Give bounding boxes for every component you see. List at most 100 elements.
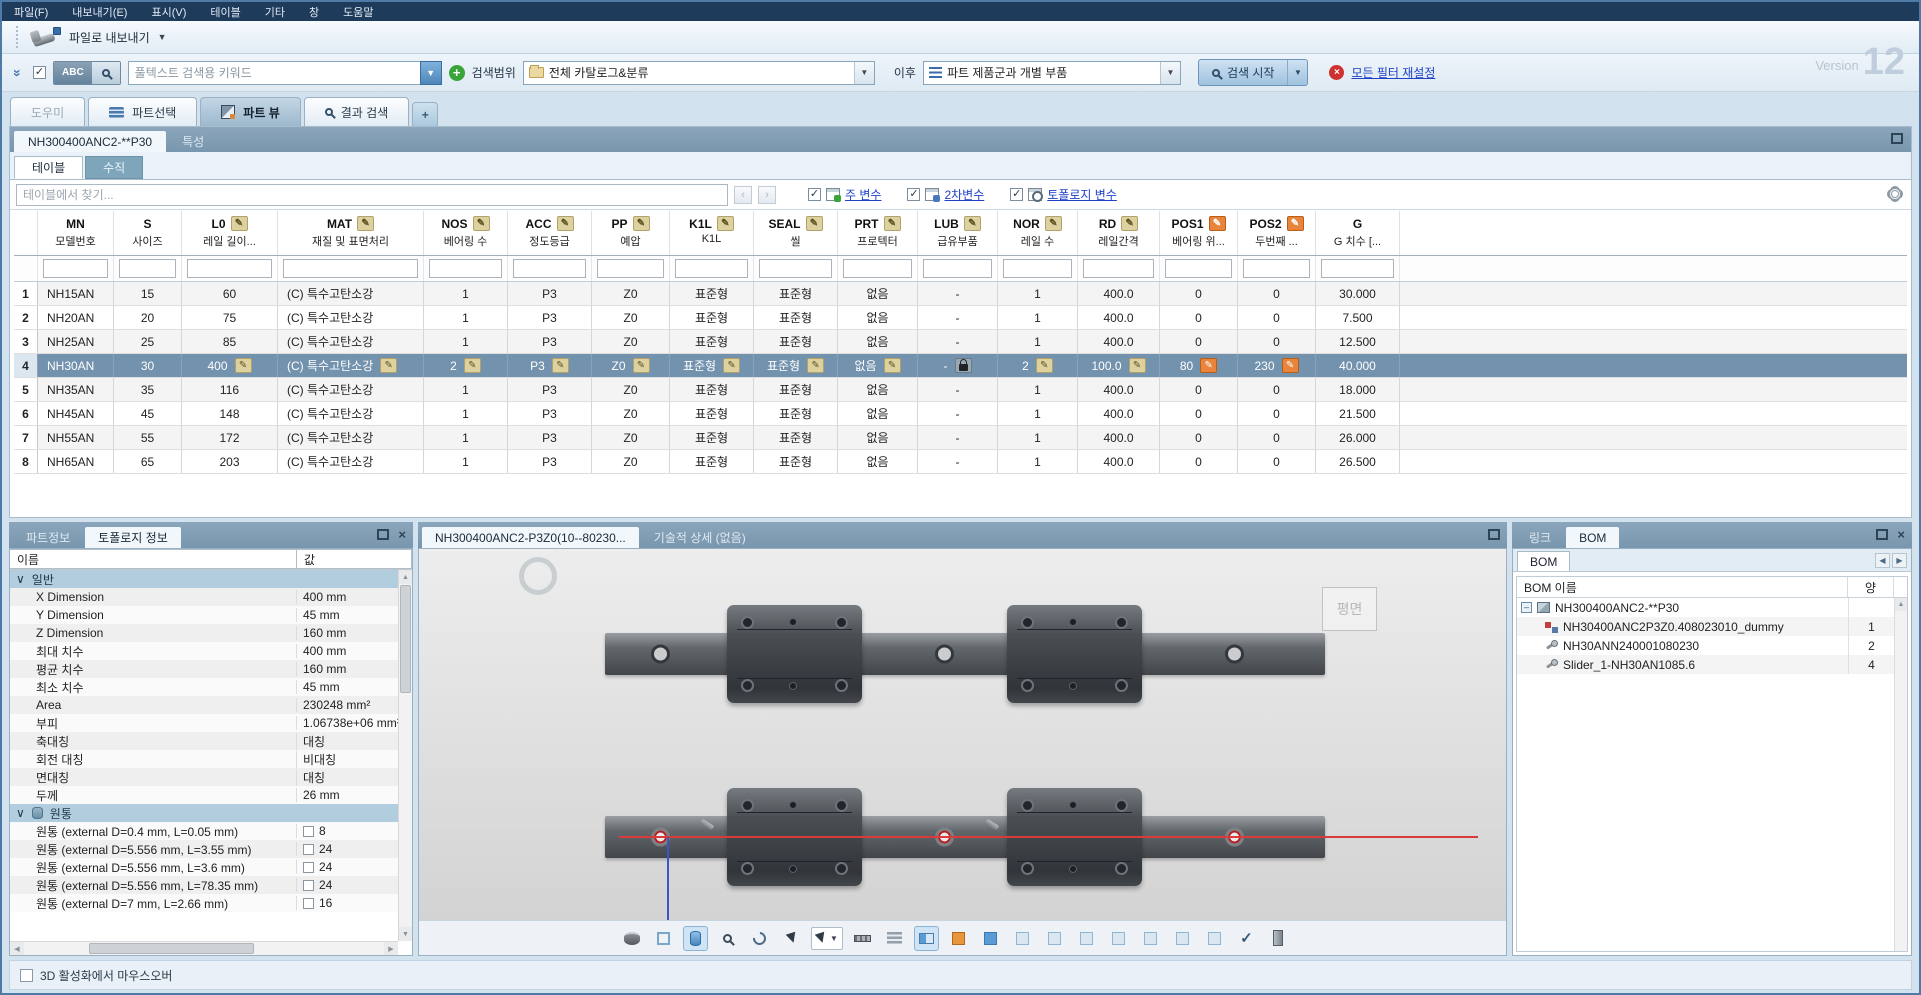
cell-MAT[interactable]: (C) 특수고탄소강 xyxy=(278,330,424,353)
table-row-NH25AN[interactable]: 3NH25AN2585(C) 특수고탄소강1P3Z0표준형표준형없음-1400.… xyxy=(14,330,1907,354)
cell-RD[interactable]: 400.0 xyxy=(1078,282,1160,305)
property-row[interactable]: 원통 (external D=5.556 mm, L=3.55 mm)24 xyxy=(10,840,398,858)
column-filter-input[interactable] xyxy=(187,259,272,278)
collapse-arrow-icon[interactable]: ∨ xyxy=(16,806,25,820)
pencil-edit-icon[interactable]: ✎ xyxy=(964,216,981,231)
column-filter-input[interactable] xyxy=(283,259,418,278)
column-filter-input[interactable] xyxy=(923,259,992,278)
variable-filter-주 변수[interactable]: ✓주 변수 xyxy=(808,186,881,203)
pencil-edit-icon[interactable]: ✎ xyxy=(464,358,481,373)
cell-ACC[interactable]: P3 xyxy=(508,402,592,425)
cell-SEAL[interactable]: 표준형 xyxy=(754,450,838,473)
cell-POS1[interactable]: 0 xyxy=(1160,282,1238,305)
cell-PRT[interactable]: 없음 xyxy=(838,306,918,329)
cell-POS2[interactable]: 0 xyxy=(1238,450,1316,473)
column-header-K1L[interactable]: K1L✎K1L xyxy=(670,211,754,255)
cell-PP[interactable]: Z0 xyxy=(592,306,670,329)
wireframe-cube-icon[interactable] xyxy=(651,926,676,951)
cell-MAT[interactable]: (C) 특수고탄소강 xyxy=(278,306,424,329)
pencil-edit-icon[interactable]: ✎ xyxy=(1209,216,1226,231)
bom-root-row[interactable]: –NH300400ANC2-**P30 xyxy=(1517,598,1907,617)
tab-결과 검색[interactable]: 결과 검색 xyxy=(304,97,410,126)
pencil-edit-icon[interactable]: ✎ xyxy=(633,216,650,231)
cell-POS1[interactable]: 0 xyxy=(1160,378,1238,401)
column-filter-input[interactable] xyxy=(843,259,912,278)
cell-SEAL[interactable]: 표준형 xyxy=(754,378,838,401)
view-cube-icon-3[interactable] xyxy=(1074,926,1099,951)
cell-PP[interactable]: Z0 xyxy=(592,282,670,305)
bom-name-header[interactable]: BOM 이름 xyxy=(1517,577,1848,597)
find-in-table-input[interactable] xyxy=(16,184,728,206)
solid-box-blue-icon[interactable] xyxy=(978,926,1003,951)
select-box-icon[interactable] xyxy=(779,926,804,951)
cell-G[interactable]: 40.000 xyxy=(1316,354,1400,377)
column-header-S[interactable]: S사이즈 xyxy=(114,211,182,255)
cell-NOR[interactable]: 1 xyxy=(998,426,1078,449)
cell-PP[interactable]: Z0 xyxy=(592,426,670,449)
layers-icon[interactable] xyxy=(882,926,907,951)
property-row[interactable]: 최소 치수45 mm xyxy=(10,678,398,696)
cell-NOR[interactable]: 1 xyxy=(998,402,1078,425)
pencil-edit-icon[interactable]: ✎ xyxy=(806,216,823,231)
pencil-edit-icon[interactable]: ✎ xyxy=(1045,216,1062,231)
maximize-icon[interactable] xyxy=(377,529,389,540)
cell-SEAL[interactable]: 표준형 xyxy=(754,426,838,449)
cell-PP[interactable]: Z0 xyxy=(592,450,670,473)
cell-MN[interactable]: NH20AN xyxy=(38,306,114,329)
pencil-edit-icon[interactable]: ✎ xyxy=(884,358,901,373)
cell-PRT[interactable]: 없음 xyxy=(838,402,918,425)
cell-MN[interactable]: NH30AN xyxy=(38,354,114,377)
cell-POS2[interactable]: 0 xyxy=(1238,282,1316,305)
property-row[interactable]: 부피1.06738e+06 mm³ xyxy=(10,714,398,732)
cell-L0[interactable]: 400✎ xyxy=(182,354,278,377)
result-type-select[interactable]: 파트 제품군과 개별 부품 ▼ xyxy=(923,61,1181,85)
cell-NOR[interactable]: 1 xyxy=(998,330,1078,353)
value-column-header[interactable]: 값 xyxy=(297,549,412,569)
fulltext-search-toggle[interactable] xyxy=(92,62,120,84)
maximize-icon[interactable] xyxy=(1488,529,1500,540)
find-next-button[interactable]: › xyxy=(758,186,776,204)
pencil-edit-icon[interactable]: ✎ xyxy=(723,358,740,373)
tab-도우미[interactable]: 도우미 xyxy=(10,97,85,126)
cell-ACC[interactable]: P3 xyxy=(508,426,592,449)
cell-POS1[interactable]: 0 xyxy=(1160,402,1238,425)
checkbox-checked-icon[interactable]: ✓ xyxy=(808,188,821,201)
view-cube-icon-7[interactable] xyxy=(1202,926,1227,951)
cell-G[interactable]: 26.500 xyxy=(1316,450,1400,473)
cell-RD[interactable]: 400.0 xyxy=(1078,450,1160,473)
table-row-NH35AN[interactable]: 5NH35AN35116(C) 특수고탄소강1P3Z0표준형표준형없음-1400… xyxy=(14,378,1907,402)
cell-RD[interactable]: 400.0 xyxy=(1078,330,1160,353)
measure-icon[interactable] xyxy=(850,926,875,951)
cell-G[interactable]: 30.000 xyxy=(1316,282,1400,305)
cell-L0[interactable]: 60 xyxy=(182,282,278,305)
property-row[interactable]: 원통 (external D=5.556 mm, L=78.35 mm)24 xyxy=(10,876,398,894)
tab-링크[interactable]: 링크 xyxy=(1516,527,1564,548)
cell-LUB[interactable]: - xyxy=(918,426,998,449)
viewer-tab[interactable]: NH300400ANC2-P3Z0(10--80230... xyxy=(422,527,639,548)
cell-RD[interactable]: 400.0 xyxy=(1078,378,1160,401)
cell-RD[interactable]: 100.0✎ xyxy=(1078,354,1160,377)
cell-POS1[interactable]: 0 xyxy=(1160,306,1238,329)
cell-MAT[interactable]: (C) 특수고탄소강 xyxy=(278,402,424,425)
pencil-edit-icon[interactable]: ✎ xyxy=(1287,216,1304,231)
cell-K1L[interactable]: 표준형 xyxy=(670,282,754,305)
cell-MAT[interactable]: (C) 특수고탄소강 xyxy=(278,426,424,449)
cell-SEAL[interactable]: 표준형 xyxy=(754,330,838,353)
cell-L0[interactable]: 116 xyxy=(182,378,278,401)
column-header-POS1[interactable]: POS1✎베어링 위... xyxy=(1160,211,1238,255)
cell-POS2[interactable]: 0 xyxy=(1238,306,1316,329)
column-filter-input[interactable] xyxy=(1243,259,1310,278)
cell-K1L[interactable]: 표준형 xyxy=(670,306,754,329)
bom-item-row[interactable]: NH30400ANC2P3Z0.408023010_dummy1 xyxy=(1517,617,1907,636)
property-group-일반[interactable]: ∨일반 xyxy=(10,570,398,588)
export-to-file-button[interactable]: 파일로 내보내기 ▼ xyxy=(31,27,167,47)
cell-S[interactable]: 35 xyxy=(114,378,182,401)
chevron-down-icon[interactable]: ▼ xyxy=(854,62,874,84)
column-filter-input[interactable] xyxy=(675,259,748,278)
toolbar-drag-handle[interactable] xyxy=(16,26,19,48)
pencil-edit-icon[interactable]: ✎ xyxy=(1121,216,1138,231)
bom-subtab[interactable]: BOM xyxy=(1517,551,1570,571)
property-row[interactable]: 원통 (external D=0.4 mm, L=0.05 mm)8 xyxy=(10,822,398,840)
cell-K1L[interactable]: 표준형 xyxy=(670,402,754,425)
property-row[interactable]: 최대 치수400 mm xyxy=(10,642,398,660)
